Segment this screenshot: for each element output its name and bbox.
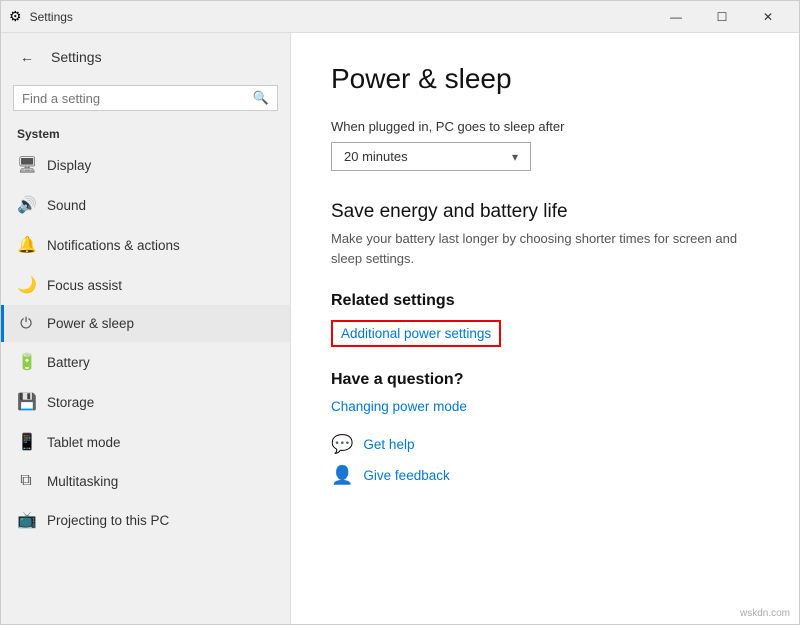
sleep-dropdown-value: 20 minutes bbox=[344, 149, 408, 164]
search-icon: 🔍 bbox=[253, 90, 269, 106]
projecting-icon: 📺 bbox=[17, 510, 35, 530]
give-feedback-link[interactable]: 👤 Give feedback bbox=[331, 465, 759, 486]
close-button[interactable]: ✕ bbox=[745, 1, 791, 33]
minimize-button[interactable]: — bbox=[653, 1, 699, 33]
search-input[interactable] bbox=[22, 91, 247, 106]
give-feedback-label: Give feedback bbox=[363, 468, 449, 483]
tablet-icon: 📱 bbox=[17, 432, 35, 452]
sleep-dropdown[interactable]: 20 minutes ▾ bbox=[331, 142, 531, 171]
sidebar-item-label-battery: Battery bbox=[47, 355, 90, 370]
sidebar-nav-top: ← Settings bbox=[1, 33, 290, 81]
dropdown-label: When plugged in, PC goes to sleep after bbox=[331, 119, 759, 134]
sidebar-item-storage[interactable]: 💾 Storage bbox=[1, 382, 290, 422]
sidebar-item-label-projecting: Projecting to this PC bbox=[47, 513, 169, 528]
related-settings-title: Related settings bbox=[331, 292, 759, 310]
get-help-icon: 💬 bbox=[331, 434, 353, 455]
display-icon: 🖥 bbox=[17, 155, 35, 175]
page-title: Power & sleep bbox=[331, 63, 759, 95]
title-bar-left: ⚙ Settings bbox=[1, 8, 73, 25]
save-energy-title: Save energy and battery life bbox=[331, 201, 759, 223]
title-bar-title: Settings bbox=[30, 10, 73, 24]
sidebar-app-title: Settings bbox=[51, 49, 102, 65]
help-links: 💬 Get help 👤 Give feedback bbox=[331, 434, 759, 486]
main-content: Power & sleep When plugged in, PC goes t… bbox=[291, 33, 799, 624]
sidebar-item-label-multitasking: Multitasking bbox=[47, 474, 118, 489]
save-energy-description: Make your battery last longer by choosin… bbox=[331, 229, 759, 268]
related-settings-section: Related settings Additional power settin… bbox=[331, 292, 759, 347]
sidebar-item-label-display: Display bbox=[47, 158, 91, 173]
title-bar-controls: — ☐ ✕ bbox=[653, 1, 791, 33]
sidebar-item-focus[interactable]: 🌙 Focus assist bbox=[1, 265, 290, 305]
sidebar-item-label-sound: Sound bbox=[47, 198, 86, 213]
maximize-button[interactable]: ☐ bbox=[699, 1, 745, 33]
sidebar-item-display[interactable]: 🖥 Display bbox=[1, 145, 290, 185]
sidebar-item-label-power: Power & sleep bbox=[47, 316, 134, 331]
sidebar-item-sound[interactable]: 🔊 Sound bbox=[1, 185, 290, 225]
have-question-section: Have a question? Changing power mode bbox=[331, 371, 759, 414]
sidebar-item-notifications[interactable]: 🔔 Notifications & actions bbox=[1, 225, 290, 265]
have-question-title: Have a question? bbox=[331, 371, 759, 389]
title-bar: ⚙ Settings — ☐ ✕ bbox=[1, 1, 799, 33]
changing-power-mode-link[interactable]: Changing power mode bbox=[331, 399, 759, 414]
sidebar-item-multitasking[interactable]: ⧉ Multitasking bbox=[1, 462, 290, 500]
search-box[interactable]: 🔍 bbox=[13, 85, 278, 111]
storage-icon: 💾 bbox=[17, 392, 35, 412]
back-button[interactable]: ← bbox=[13, 43, 41, 71]
content-area: ← Settings 🔍 System 🖥 Display 🔊 Sound 🔔 … bbox=[1, 33, 799, 624]
sidebar-item-label-storage: Storage bbox=[47, 395, 94, 410]
multitasking-icon: ⧉ bbox=[17, 472, 35, 490]
get-help-label: Get help bbox=[363, 437, 414, 452]
sidebar-item-label-notifications: Notifications & actions bbox=[47, 238, 180, 253]
focus-icon: 🌙 bbox=[17, 275, 35, 295]
sidebar-item-tablet[interactable]: 📱 Tablet mode bbox=[1, 422, 290, 462]
power-icon: ⏻ bbox=[17, 315, 35, 332]
settings-window: ⚙ Settings — ☐ ✕ ← Settings 🔍 System 🖥 D… bbox=[0, 0, 800, 625]
sidebar: ← Settings 🔍 System 🖥 Display 🔊 Sound 🔔 … bbox=[1, 33, 291, 624]
notifications-icon: 🔔 bbox=[17, 235, 35, 255]
sidebar-item-label-focus: Focus assist bbox=[47, 278, 122, 293]
additional-power-settings-link[interactable]: Additional power settings bbox=[331, 320, 501, 347]
sidebar-item-projecting[interactable]: 📺 Projecting to this PC bbox=[1, 500, 290, 540]
sidebar-item-label-tablet: Tablet mode bbox=[47, 435, 121, 450]
settings-icon: ⚙ bbox=[9, 8, 22, 25]
save-energy-section: Save energy and battery life Make your b… bbox=[331, 201, 759, 268]
get-help-link[interactable]: 💬 Get help bbox=[331, 434, 759, 455]
battery-icon: 🔋 bbox=[17, 352, 35, 372]
sound-icon: 🔊 bbox=[17, 195, 35, 215]
give-feedback-icon: 👤 bbox=[331, 465, 353, 486]
sidebar-section-title: System bbox=[1, 119, 290, 145]
chevron-down-icon: ▾ bbox=[512, 150, 518, 164]
sidebar-item-power[interactable]: ⏻ Power & sleep bbox=[1, 305, 290, 342]
sidebar-item-battery[interactable]: 🔋 Battery bbox=[1, 342, 290, 382]
